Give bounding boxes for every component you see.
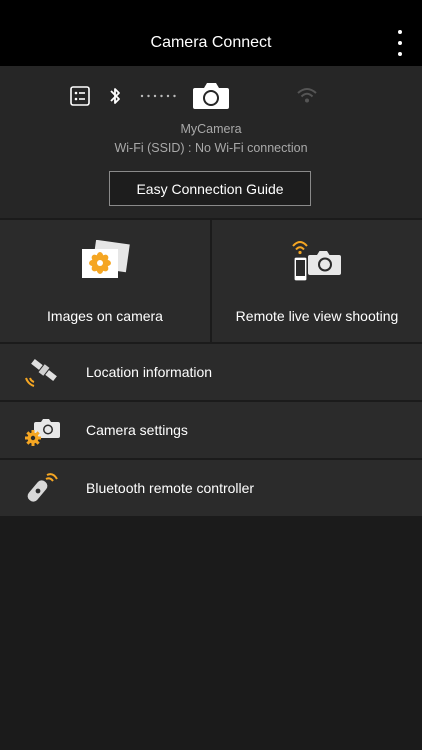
images-on-camera-tile[interactable]: Images on camera (0, 220, 210, 342)
camera-icon (193, 83, 229, 109)
easy-connection-guide-button[interactable]: Easy Connection Guide (109, 171, 311, 206)
connection-dots-icon (140, 94, 176, 98)
list-icon[interactable] (70, 86, 90, 106)
menu-item-label: Camera settings (86, 422, 188, 438)
menu-item-label: Bluetooth remote controller (86, 480, 255, 496)
wifi-icon (297, 88, 317, 103)
camera-settings-icon (25, 419, 60, 446)
app-header: Camera Connect (0, 0, 422, 66)
bluetooth-remote-icon (27, 473, 58, 502)
more-menu-icon[interactable] (390, 30, 410, 56)
tile-label: Images on camera (47, 308, 163, 324)
ssid-status: Wi-Fi (SSID) : No Wi-Fi connection (114, 141, 308, 155)
menu-item-label: Location information (86, 364, 213, 380)
location-information-item[interactable]: Location information (0, 344, 422, 400)
bluetooth-remote-controller-item[interactable]: Bluetooth remote controller (0, 460, 422, 516)
page-title: Camera Connect (150, 34, 272, 51)
remote-shooting-icon (292, 241, 341, 282)
remote-live-view-shooting-tile[interactable]: Remote live view shooting (212, 220, 422, 342)
gps-satellite-icon (25, 359, 57, 387)
images-icon (82, 240, 130, 278)
camera-name: MyCamera (180, 122, 242, 136)
camera-settings-item[interactable]: Camera settings (0, 402, 422, 458)
bluetooth-icon (110, 88, 120, 104)
tile-label: Remote live view shooting (235, 308, 399, 324)
connection-status-panel: MyCamera Wi-Fi (SSID) : No Wi-Fi connect… (0, 66, 422, 218)
